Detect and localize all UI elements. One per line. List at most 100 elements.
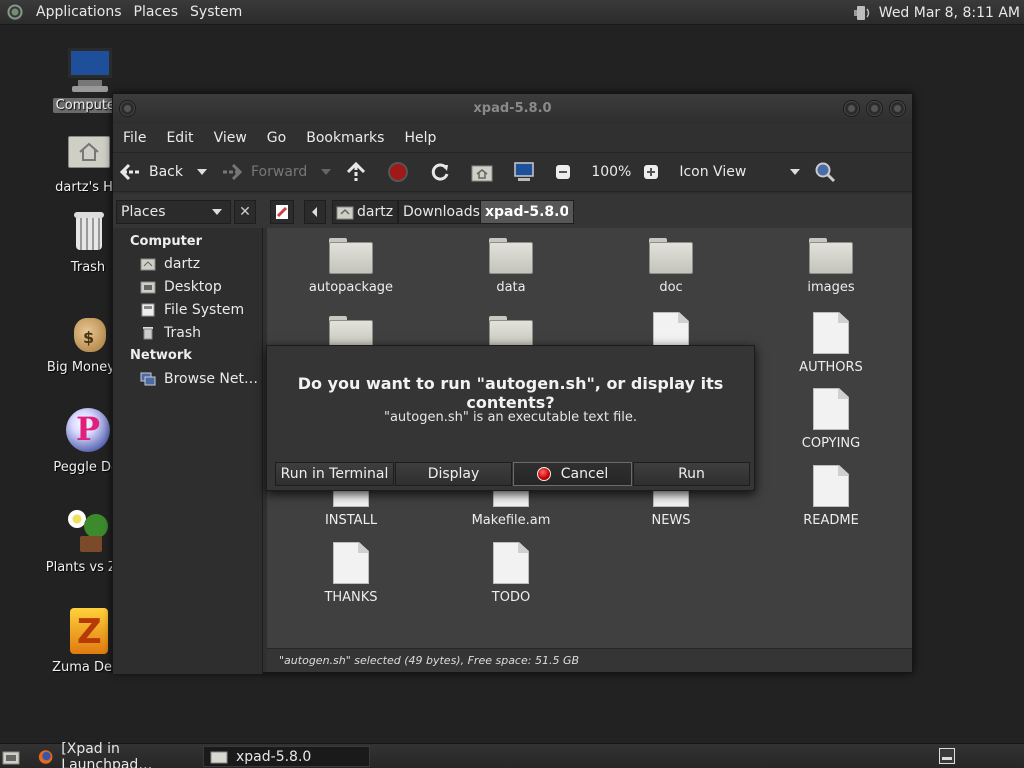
button-label: Run	[678, 466, 705, 482]
workspace-switcher-icon[interactable]	[939, 748, 955, 764]
window-title: xpad-5.8.0	[473, 101, 552, 116]
forward-history-dropdown[interactable]	[321, 169, 332, 175]
system-menu[interactable]: System	[184, 4, 248, 20]
up-button[interactable]	[339, 157, 381, 187]
status-bar: "autogen.sh" selected (49 bytes), Free s…	[267, 648, 912, 672]
file-name: README	[803, 513, 859, 528]
menu-go[interactable]: Go	[257, 130, 296, 146]
run-button[interactable]: Run	[633, 462, 750, 486]
cancel-button[interactable]: Cancel	[513, 462, 632, 486]
show-desktop-icon	[2, 751, 20, 764]
text-file-icon	[813, 465, 849, 507]
text-file-icon	[493, 542, 529, 584]
task-label: xpad-5.8.0	[236, 748, 312, 765]
clock[interactable]: Wed Mar 8, 8:11 AM	[879, 5, 1020, 21]
file-item-doc[interactable]: doc	[606, 238, 736, 295]
path-scroll-left-button[interactable]	[304, 200, 326, 224]
reload-icon	[432, 163, 449, 181]
forward-label: Forward	[251, 164, 308, 180]
close-button[interactable]	[889, 100, 906, 117]
sidebar-item-file-system[interactable]: File System	[140, 302, 244, 318]
gnome-foot-icon[interactable]	[6, 3, 24, 21]
location-bar: Places ✕ dartz Downloads xpad-5.8.0	[113, 194, 912, 228]
side-pane-select[interactable]: Places	[116, 200, 231, 224]
sidebar-item-label: Trash	[164, 325, 201, 341]
file-name: images	[807, 280, 855, 295]
taskbar-item-launchpad[interactable]: [Xpad in Launchpad…	[32, 741, 198, 768]
file-name: Makefile.am	[471, 513, 551, 528]
show-desktop-button[interactable]	[2, 746, 24, 767]
file-item-todo[interactable]: TODO	[446, 542, 576, 605]
reload-button[interactable]	[423, 157, 465, 187]
plants-icon	[64, 508, 112, 556]
panel-tray: Wed Mar 8, 8:11 AM	[851, 0, 1020, 25]
sidebar-item-trash[interactable]: Trash	[140, 325, 201, 341]
folder-icon	[489, 238, 533, 274]
view-mode-select[interactable]: Icon View	[673, 157, 752, 187]
folder-icon	[210, 751, 228, 763]
crumb-label: Downloads	[403, 204, 480, 220]
file-item-readme[interactable]: README	[766, 465, 896, 528]
display-button[interactable]: Display	[395, 462, 512, 486]
taskbar-item-xpad[interactable]: xpad-5.8.0	[203, 746, 370, 767]
run-in-terminal-button[interactable]: Run in Terminal	[275, 462, 394, 486]
zoom-in-button[interactable]	[637, 157, 673, 187]
stop-icon	[388, 162, 409, 182]
file-item-thanks[interactable]: THANKS	[286, 542, 416, 605]
forward-button[interactable]: Forward	[215, 157, 313, 187]
maximize-button[interactable]	[866, 100, 883, 117]
home-icon	[336, 206, 354, 220]
file-item-images[interactable]: images	[766, 238, 896, 295]
sidebar-item-label: dartz	[164, 256, 201, 272]
text-file-icon	[813, 312, 849, 354]
close-side-pane-button[interactable]: ✕	[234, 200, 256, 224]
menu-help[interactable]: Help	[394, 130, 446, 146]
toggle-location-entry-button[interactable]	[270, 200, 294, 224]
search-button[interactable]	[808, 157, 850, 187]
folder-icon	[649, 238, 693, 274]
sidebar-heading-network: Network	[130, 348, 192, 363]
sidebar-item-label: File System	[164, 302, 245, 318]
menu-file[interactable]: File	[113, 130, 156, 146]
crumb-xpad[interactable]: xpad-5.8.0	[480, 200, 575, 224]
back-button[interactable]: Back	[113, 157, 189, 187]
sidebar-item-label: Desktop	[164, 279, 222, 295]
volume-icon[interactable]	[851, 4, 873, 22]
file-item-copying[interactable]: COPYING	[766, 388, 896, 451]
applications-menu[interactable]: Applications	[30, 4, 128, 20]
path-scroll-right-icon[interactable]	[568, 208, 574, 218]
titlebar[interactable]: xpad-5.8.0	[113, 94, 912, 124]
drive-icon	[141, 303, 155, 317]
button-label: Cancel	[560, 466, 609, 482]
cancel-icon	[536, 467, 551, 481]
sidebar-item-dartz[interactable]: dartz	[140, 256, 200, 272]
back-history-dropdown[interactable]	[197, 169, 207, 175]
places-menu[interactable]: Places	[128, 4, 185, 20]
file-item-data[interactable]: data	[446, 238, 576, 295]
file-name: doc	[659, 280, 683, 295]
file-name: COPYING	[801, 436, 861, 451]
file-item-authors[interactable]: AUTHORS	[766, 312, 896, 375]
stop-button[interactable]	[381, 157, 423, 187]
crumb-downloads[interactable]: Downloads	[398, 200, 485, 224]
file-item-autopackage[interactable]: autopackage	[286, 238, 416, 295]
view-mode-dropdown[interactable]	[790, 169, 801, 175]
up-arrow-icon	[347, 161, 366, 181]
zoom-out-button[interactable]	[549, 157, 585, 187]
home-button[interactable]	[465, 157, 507, 187]
close-icon: ✕	[239, 204, 251, 220]
crumb-dartz[interactable]: dartz	[332, 200, 399, 224]
money-bag-icon: $	[64, 308, 112, 356]
file-name: NEWS	[651, 513, 691, 528]
menu-edit[interactable]: Edit	[156, 130, 203, 146]
sidebar-item-browse-network[interactable]: Browse Net…	[140, 371, 258, 387]
home-icon	[471, 165, 493, 182]
computer-button[interactable]	[507, 157, 549, 187]
firefox-icon	[38, 749, 53, 764]
menu-view[interactable]: View	[204, 130, 257, 146]
sidebar-item-desktop[interactable]: Desktop	[140, 279, 222, 295]
window-menu-button[interactable]	[119, 100, 136, 117]
zoom-level[interactable]: 100%	[585, 157, 637, 187]
menu-bookmarks[interactable]: Bookmarks	[296, 130, 394, 146]
minimize-button[interactable]	[843, 100, 860, 117]
